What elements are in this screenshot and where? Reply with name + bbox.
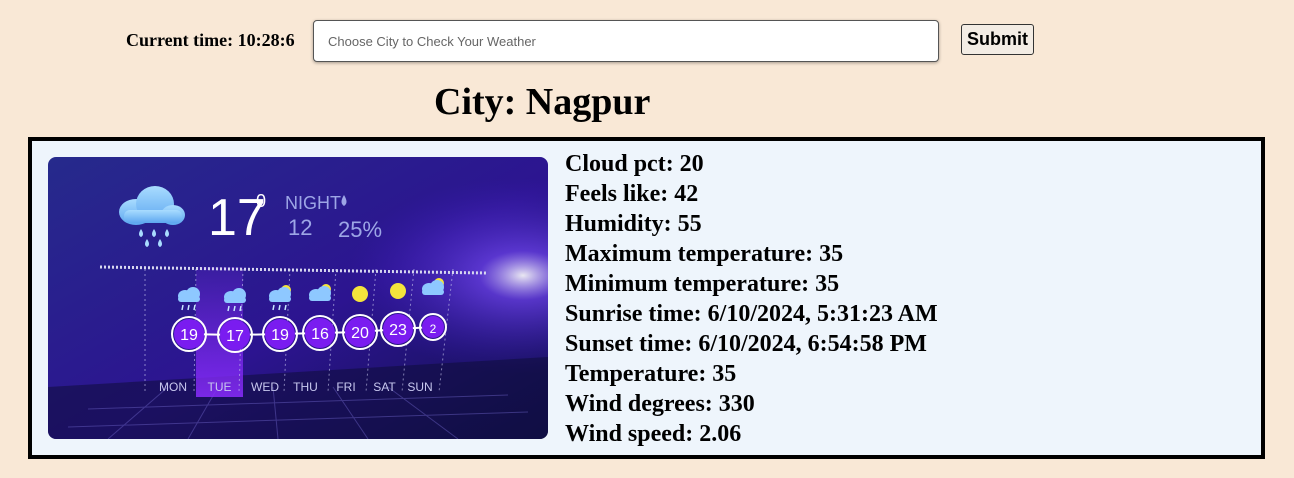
city-heading: City: Nagpur: [434, 81, 651, 123]
detail-wind-degrees: Wind degrees: 330: [565, 391, 755, 417]
degree-symbol: 0: [256, 191, 266, 211]
detail-max-temperature: Maximum temperature: 35: [565, 241, 844, 267]
forecast-day-label: TUE: [208, 380, 232, 394]
detail-cloud-pct: Cloud pct: 20: [565, 151, 704, 177]
forecast-temperature: 16: [311, 326, 329, 343]
top-bar: Current time: 10:28:6 Submit: [0, 20, 1294, 66]
sun-icon: [352, 286, 368, 302]
weather-details-list: Cloud pct: 20 Feels like: 42 Humidity: 5…: [565, 149, 938, 449]
weather-panel: 17 0 NIGHT 12 25% 19 MON 17 TUE 19 WED 16 THU 20…: [28, 137, 1265, 459]
night-label: NIGHT: [285, 193, 341, 213]
city-search-input[interactable]: [313, 20, 939, 62]
detail-feels-like: Feels like: 42: [565, 181, 699, 207]
forecast-day-label: SUN: [407, 380, 432, 394]
humidity-percent: 25%: [338, 217, 382, 242]
detail-humidity: Humidity: 55: [565, 211, 702, 237]
forecast-temperature: 19: [180, 327, 198, 344]
forecast-day-label: FRI: [336, 380, 355, 394]
night-temperature: 12: [288, 215, 312, 240]
forecast-temperature: 23: [389, 322, 407, 339]
detail-sunrise-time: Sunrise time: 6/10/2024, 5:31:23 AM: [565, 301, 938, 327]
forecast-temperature: 20: [351, 325, 369, 342]
forecast-temperature: 17: [226, 328, 244, 345]
current-time: Current time: 10:28:6: [126, 30, 295, 50]
detail-wind-speed: Wind speed: 2.06: [565, 421, 742, 447]
forecast-day-label: SAT: [373, 380, 396, 394]
detail-temperature: Temperature: 35: [565, 361, 737, 387]
forecast-day-label: THU: [293, 380, 318, 394]
forecast-temperature: 2: [430, 322, 437, 336]
sun-icon: [390, 283, 406, 299]
forecast-day-label: WED: [251, 380, 279, 394]
submit-button[interactable]: Submit: [961, 24, 1034, 55]
detail-min-temperature: Minimum temperature: 35: [565, 271, 840, 297]
forecast-temperature: 19: [271, 327, 289, 344]
forecast-day-label: MON: [159, 380, 187, 394]
weather-image: 17 0 NIGHT 12 25% 19 MON 17 TUE 19 WED 16 THU 20…: [48, 157, 548, 439]
detail-sunset-time: Sunset time: 6/10/2024, 6:54:58 PM: [565, 331, 927, 357]
